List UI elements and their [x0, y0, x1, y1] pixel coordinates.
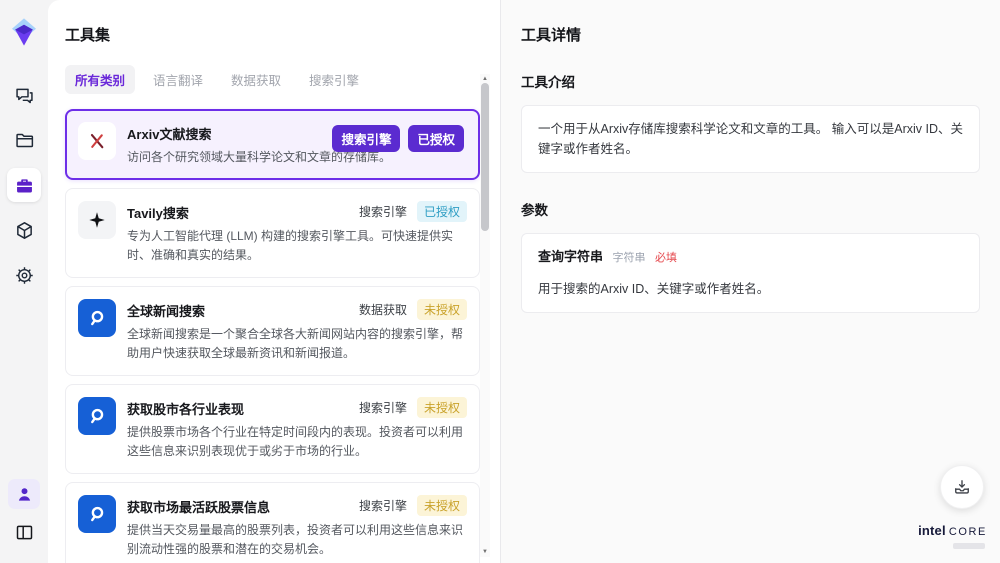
tool-list-item[interactable]: 获取股市各行业表现 提供股票市场各个行业在特定时间段内的表现。投资者可以利用这些信…	[65, 383, 480, 474]
detail-title: 工具详情	[521, 27, 582, 44]
chat-icon	[14, 85, 35, 106]
download-button[interactable]	[940, 465, 984, 509]
arxiv-icon	[78, 122, 116, 160]
tool-intro-box: 一个用于从Arxiv存储库搜索科学论文和文章的工具。 输入可以是Arxiv ID…	[521, 105, 980, 173]
sidebar-item-models[interactable]	[7, 213, 41, 247]
tool-category-label: 数据获取	[358, 302, 407, 317]
sparkle-icon	[78, 200, 116, 239]
sidebar-item-settings[interactable]	[7, 258, 41, 292]
qnews-icon	[78, 396, 116, 435]
params-heading: 参数	[521, 203, 548, 218]
tool-list-item[interactable]: Tavily搜索 专为人工智能代理 (LLM) 构建的搜索引擎工具。可快速提供实时…	[65, 187, 480, 278]
qnews-icon	[78, 494, 116, 533]
sidebar-item-chat[interactable]	[7, 78, 41, 112]
tool-list-item[interactable]: Arxiv文献搜索 访问各个研究领域大量科学论文和文章的存储库。 搜索引擎 已授权	[65, 109, 480, 180]
tool-description: 提供股票市场各个行业在特定时间段内的表现。投资者可以利用这些信息来识别表现优于或…	[127, 424, 464, 458]
tool-description: 专为人工智能代理 (LLM) 构建的搜索引擎工具。可快速提供实时、准确和真实的结…	[127, 228, 454, 262]
auth-status-badge: 已授权	[416, 200, 467, 222]
tool-meta: 搜索引擎 已授权	[358, 200, 467, 222]
user-icon	[14, 484, 35, 505]
parameter-type: 字符串	[612, 252, 646, 264]
tool-description: 全球新闻搜索是一个聚合全球各大新闻网站内容的搜索引擎，帮助用户快速获取全球最新资…	[127, 326, 464, 360]
tool-list-item[interactable]: 全球新闻搜索 全球新闻搜索是一个聚合全球各大新闻网站内容的搜索引擎，帮助用户快速获…	[65, 285, 480, 376]
tool-list: Arxiv文献搜索 访问各个研究领域大量科学论文和文章的存储库。 搜索引擎 已授权 Ta…	[65, 109, 480, 563]
tool-description: 提供当天交易量最高的股票列表，投资者可以利用这些信息来识别流动性强的股票和潜在的…	[127, 522, 464, 556]
app-logo	[8, 16, 40, 48]
icon-sidebar	[0, 0, 48, 563]
tool-category-label: 搜索引擎	[358, 400, 407, 415]
scrollbar[interactable]: ▲ ▼	[480, 74, 490, 557]
scrollbar-down-arrow[interactable]: ▼	[480, 547, 490, 557]
tool-list-item[interactable]: 获取市场最活跃股票信息 提供当天交易量最高的股票列表，投资者可以利用这些信息来识别…	[65, 481, 480, 563]
tool-detail-panel: 工具详情 工具介绍 一个用于从Arxiv存储库搜索科学论文和文章的工具。 输入可…	[500, 0, 1000, 563]
tool-category-label: 搜索引擎	[358, 498, 407, 513]
sidebar-item-profile[interactable]	[8, 479, 40, 509]
tool-category-label: 搜索引擎	[358, 204, 407, 219]
auth-status-badge: 未授权	[416, 494, 467, 516]
sidebar-nav	[7, 78, 41, 292]
intel-logo-sub-badge	[953, 543, 985, 549]
app-window: 工具集 所有类别 语言翻译 数据获取 搜索引擎 Arxiv文献搜索 访问各个研究领域大量…	[0, 0, 1000, 563]
parameter-required-badge: 必填	[654, 252, 677, 264]
cube-icon	[14, 220, 35, 241]
sidebar-item-files[interactable]	[7, 123, 41, 157]
auth-status-badge: 已授权	[408, 125, 464, 152]
page-title: 工具集	[65, 27, 111, 44]
panel-icon	[14, 522, 35, 543]
tool-category-label: 搜索引擎	[332, 125, 401, 152]
tool-meta: 搜索引擎 未授权	[358, 396, 467, 418]
toolset-panel: 工具集 所有类别 语言翻译 数据获取 搜索引擎 Arxiv文献搜索 访问各个研究领域大量…	[48, 0, 500, 563]
core-wordmark: core	[948, 526, 987, 538]
category-tabs: 所有类别 语言翻译 数据获取 搜索引擎	[65, 65, 473, 94]
parameter-box: 查询字符串 字符串 必填 用于搜索的Arxiv ID、关键字或作者姓名。	[521, 233, 980, 313]
qnews-icon	[78, 298, 116, 337]
scrollbar-thumb[interactable]	[481, 83, 489, 231]
parameter-header: 查询字符串 字符串 必填	[538, 247, 963, 268]
sidebar-item-tools[interactable]	[7, 168, 41, 202]
intel-wordmark: intel	[918, 523, 946, 538]
tool-meta: 搜索引擎 已授权	[332, 125, 464, 152]
sidebar-bottom-nav	[7, 479, 41, 549]
sidebar-item-panel-toggle[interactable]	[7, 515, 41, 549]
intro-heading: 工具介绍	[521, 75, 575, 90]
category-tab[interactable]: 数据获取	[221, 65, 291, 94]
auth-status-badge: 未授权	[416, 396, 467, 418]
tool-meta: 数据获取 未授权	[358, 298, 467, 320]
toolbox-icon	[14, 175, 35, 196]
tool-meta: 搜索引擎 未授权	[358, 494, 467, 516]
download-icon	[952, 477, 972, 497]
category-tab[interactable]: 搜索引擎	[299, 65, 369, 94]
folder-icon	[14, 130, 35, 151]
parameter-name: 查询字符串	[538, 249, 604, 264]
category-tab[interactable]: 所有类别	[65, 65, 136, 94]
intel-core-logo: intel core	[918, 522, 987, 549]
category-tab[interactable]: 语言翻译	[143, 65, 213, 94]
auth-status-badge: 未授权	[416, 298, 467, 320]
parameter-description: 用于搜索的Arxiv ID、关键字或作者姓名。	[538, 281, 770, 296]
gear-icon	[14, 265, 35, 286]
